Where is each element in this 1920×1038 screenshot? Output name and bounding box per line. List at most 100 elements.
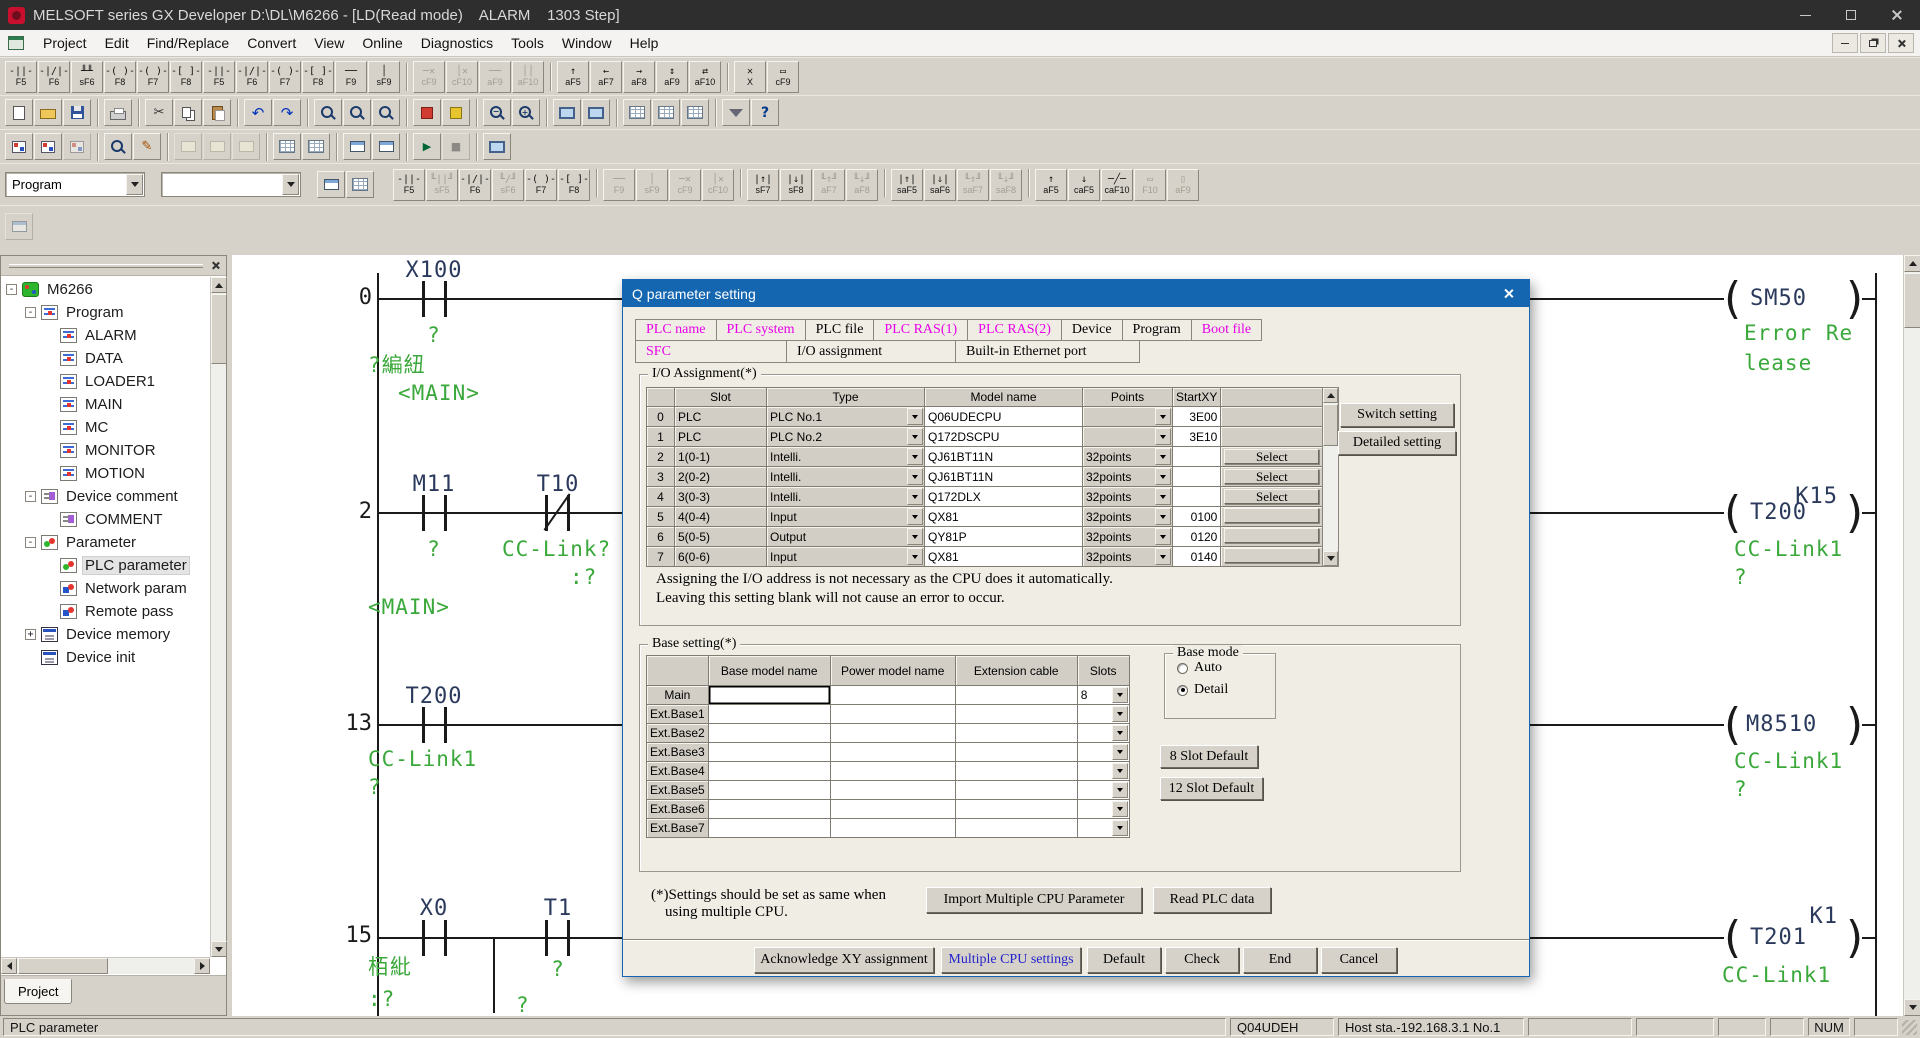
scrollbar-thumb[interactable]: [211, 294, 227, 364]
select-button[interactable]: Select: [1224, 469, 1319, 484]
ladder-edit-button[interactable]: ⇄aF10: [689, 61, 721, 93]
write-mode-button[interactable]: [413, 99, 441, 126]
dialog-tab[interactable]: I/O assignment: [786, 341, 956, 363]
dialog-tab[interactable]: SFC: [635, 341, 787, 363]
base-model-input[interactable]: [708, 705, 830, 724]
tree-item[interactable]: + Device memory: [1, 623, 210, 646]
chevron-down-icon[interactable]: [1112, 687, 1128, 703]
scrollbar-thumb[interactable]: [18, 958, 108, 974]
type-dropdown[interactable]: Intelli.: [767, 447, 925, 467]
extension-cable-input[interactable]: [955, 762, 1077, 781]
ladder-logic-test-button[interactable]: [483, 133, 511, 160]
read-plc-data-button[interactable]: Read PLC data: [1153, 887, 1271, 913]
tree-item[interactable]: DATA: [1, 347, 210, 370]
ladder-edit-button[interactable]: ↕aF9: [656, 61, 688, 93]
tree-item[interactable]: Remote pass: [1, 600, 210, 623]
dialog-close-button[interactable]: [1487, 280, 1529, 307]
dialog-tab[interactable]: PLC RAS(1): [873, 319, 968, 341]
select-button[interactable]: Select: [1224, 489, 1319, 504]
dialog-tab[interactable]: Boot file: [1191, 319, 1262, 341]
tree-item[interactable]: - Program: [1, 301, 210, 324]
model-name-input[interactable]: QJ61BT11N: [925, 467, 1083, 487]
dialog-tab[interactable]: PLC name: [635, 319, 717, 341]
data-name-combobox[interactable]: [161, 172, 301, 197]
tree-item[interactable]: ALARM: [1, 324, 210, 347]
rising-pulse-button[interactable]: |↑|sF7: [747, 169, 779, 201]
scroll-left-icon[interactable]: [1, 958, 17, 974]
zoom-out-button[interactable]: [483, 99, 511, 126]
extension-cable-input[interactable]: [955, 781, 1077, 800]
base-model-input[interactable]: [708, 819, 830, 838]
chevron-down-icon[interactable]: [907, 488, 923, 505]
coil-button[interactable]: -( )-F7: [525, 169, 557, 201]
slots-dropdown[interactable]: 8: [1077, 686, 1129, 705]
model-name-input[interactable]: QJ61BT11N: [925, 447, 1083, 467]
model-name-input[interactable]: Q172DSCPU: [925, 427, 1083, 447]
base-model-input[interactable]: [708, 743, 830, 762]
menu-item[interactable]: Window: [553, 35, 621, 51]
chevron-down-icon[interactable]: [1155, 468, 1171, 485]
panel-close-button[interactable]: [208, 258, 223, 273]
undo-button[interactable]: [244, 99, 272, 126]
open-project-button[interactable]: [34, 99, 62, 126]
type-dropdown[interactable]: Output: [767, 527, 925, 547]
ladder-edit-button[interactable]: ←aF7: [590, 61, 622, 93]
invert-up-button[interactable]: ↑aF5: [1035, 169, 1067, 201]
tab-project[interactable]: Project: [4, 979, 72, 1004]
cut-button[interactable]: [145, 99, 173, 126]
io-table-scrollbar[interactable]: [1322, 387, 1339, 567]
chevron-down-icon[interactable]: [907, 548, 923, 565]
scrollbar-thumb[interactable]: [1904, 273, 1920, 328]
ladder-edit-button[interactable]: -[ ]-F8: [302, 61, 334, 93]
model-name-input[interactable]: Q06UDECPU: [925, 407, 1083, 427]
base-model-input[interactable]: [708, 781, 830, 800]
base-mode-detail-radio[interactable]: Detail: [1177, 682, 1275, 698]
find-contact-button[interactable]: [104, 133, 132, 160]
zoom-in-button[interactable]: [512, 99, 540, 126]
model-name-input[interactable]: QX81: [925, 547, 1083, 567]
scroll-down-icon[interactable]: [211, 941, 227, 957]
base-model-input[interactable]: [708, 686, 830, 705]
select-button[interactable]: Select: [1224, 449, 1319, 464]
power-model-input[interactable]: [830, 762, 955, 781]
tree-item[interactable]: Device init: [1, 646, 210, 669]
ladder-edit-button[interactable]: ▭cF9: [767, 61, 799, 93]
type-dropdown[interactable]: Input: [767, 547, 925, 567]
type-dropdown[interactable]: Intelli.: [767, 487, 925, 507]
startxy-input[interactable]: 0100: [1173, 507, 1221, 527]
tree-item[interactable]: - M6266: [1, 278, 210, 301]
cancel-button[interactable]: Cancel: [1321, 947, 1397, 973]
ladder-edit-button[interactable]: -||-F5: [203, 61, 235, 93]
extension-cable-input[interactable]: [955, 819, 1077, 838]
switch-setting-button[interactable]: Switch setting: [1340, 403, 1454, 427]
ladder-edit-button[interactable]: -|/|-F6: [236, 61, 268, 93]
extension-cable-input[interactable]: [955, 686, 1077, 705]
copy-button[interactable]: [174, 99, 202, 126]
child-restore-button[interactable]: [1860, 33, 1886, 53]
scroll-up-icon[interactable]: [1323, 388, 1338, 403]
chevron-down-icon[interactable]: [1112, 782, 1128, 798]
application-instruction-button[interactable]: -[ ]-F8: [558, 169, 590, 201]
monitor-start-button[interactable]: [413, 133, 441, 160]
network-test-button[interactable]: [34, 133, 62, 160]
type-dropdown[interactable]: PLC No.2: [767, 427, 925, 447]
tree-horizontal-scrollbar[interactable]: [1, 957, 210, 974]
dialog-tab[interactable]: Program: [1122, 319, 1192, 341]
multiple-cpu-settings-button[interactable]: Multiple CPU settings: [941, 947, 1081, 973]
open-contact-button[interactable]: -||-F5: [393, 169, 425, 201]
ladder-edit-button[interactable]: -||-F5: [5, 61, 37, 93]
points-dropdown[interactable]: [1083, 427, 1173, 447]
read-mode-button[interactable]: [442, 99, 470, 126]
network-param-button[interactable]: [5, 133, 33, 160]
dialog-tab[interactable]: Built-in Ethernet port: [955, 341, 1140, 363]
scroll-down-icon[interactable]: [1904, 999, 1920, 1016]
chevron-down-icon[interactable]: [1112, 744, 1128, 760]
chevron-down-icon[interactable]: [1112, 801, 1128, 817]
chevron-down-icon[interactable]: [907, 508, 923, 525]
base-model-input[interactable]: [708, 724, 830, 743]
chevron-down-icon[interactable]: [1112, 763, 1128, 779]
dialog-tab[interactable]: PLC file: [805, 319, 875, 341]
chevron-down-icon[interactable]: [1112, 725, 1128, 741]
menu-item[interactable]: Online: [353, 35, 411, 51]
ladder-edit-button[interactable]: │sF9: [368, 61, 400, 93]
